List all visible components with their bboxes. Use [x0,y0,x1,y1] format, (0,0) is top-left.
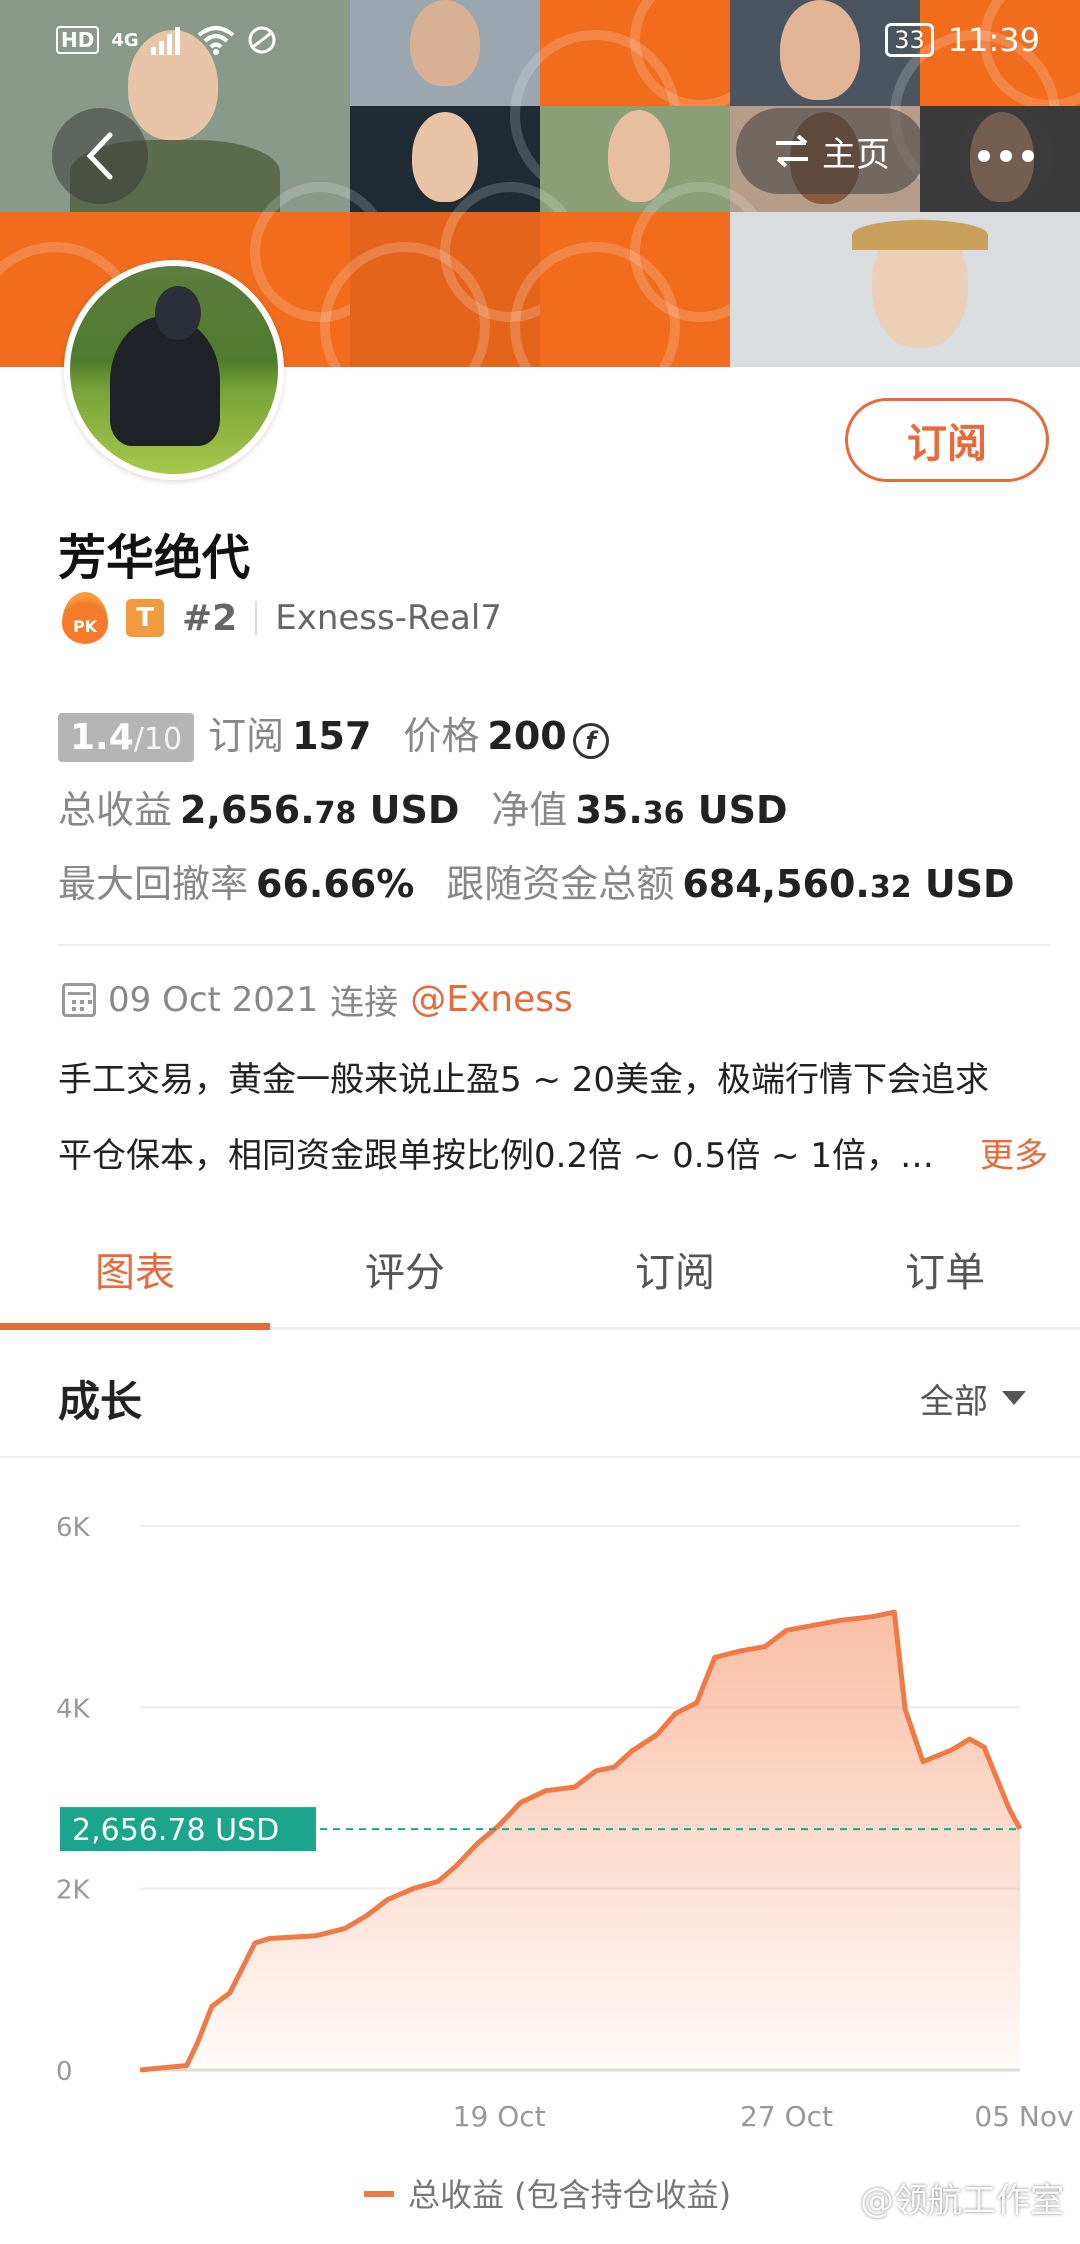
more-button[interactable] [958,108,1054,204]
wifi-icon [197,26,234,55]
connection-info: 09 Oct 2021 连接 @Exness [62,975,573,1024]
range-filter[interactable]: 全部 [920,1374,1026,1423]
banner-photo [730,212,1080,367]
tab-bar: 图表 评分 订阅 订单 [0,1230,1080,1330]
tab-rating[interactable]: 评分 [270,1230,540,1327]
description-line: 平仓保本，相同资金跟单按比例0.2倍 ~ 0.5倍 ~ 1倍，… [58,1136,934,1176]
switch-icon [776,134,808,168]
growth-section-header: 成长 全部 [58,1362,1026,1434]
max-drawdown-value: 66.66% [256,862,415,906]
profile-tags: PK T #2 Exness-Real7 [62,590,502,646]
price-label: 价格 [403,714,480,758]
home-button[interactable]: 主页 [736,108,926,194]
y-tick-label: 0 [56,2057,73,2087]
broker-link[interactable]: @Exness [410,979,573,1020]
tab-chart[interactable]: 图表 [0,1230,270,1330]
more-dots-icon [978,150,1034,162]
x-tick-label: 05 Nov [974,2100,1073,2133]
current-value-tag: 2,656.78 USD [60,1807,316,1852]
more-link[interactable]: 更多 [966,1118,1048,1194]
range-filter-label: 全部 [920,1381,988,1422]
clock: 11:39 [947,21,1040,59]
trader-name: 芳华绝代 [58,530,251,586]
calendar-icon [62,982,96,1017]
subscribe-count-label: 订阅 [208,714,285,758]
caret-down-icon [1002,1391,1026,1405]
avatar[interactable] [64,260,284,480]
legend-label: 总收益 (包含持仓收益) [408,2176,731,2214]
signal-icon [150,27,180,55]
stats-panel: 1.4/10 订阅 157 价格 200 f 总收益 2,656.78 USD … [58,705,1048,927]
hd-indicator: HD [56,26,100,54]
subscribe-button[interactable]: 订阅 [845,398,1049,482]
subscribe-count: 157 [292,714,372,758]
account-name: Exness-Real7 [275,598,502,638]
growth-chart: 6K 4K 2K 0 19 Oct 27 Oct 05 Nov 2,656.78 USD … [0,1490,1080,2240]
watermark: @领航工作室 [860,2181,1064,2221]
x-tick-label: 19 Oct [453,2100,546,2133]
tab-subscriptions[interactable]: 订阅 [540,1230,810,1327]
signal-label: 4G [111,29,139,51]
status-bar: HD 4G 33 11:39 [56,18,1040,62]
vpn-icon [248,26,276,54]
description: 手工交易，黄金一般来说止盈5 ~ 20美金，极端行情下会追求 平仓保本，相同资金… [58,1042,1048,1194]
y-tick-label: 2K [56,1876,91,1906]
tab-orders[interactable]: 订单 [810,1230,1080,1327]
current-value-label: 2,656.78 USD [72,1813,279,1848]
price-value: 200 [487,714,567,758]
t-badge: T [126,599,164,637]
divider [58,944,1050,946]
legend: 总收益 (包含持仓收益) [364,2176,731,2214]
home-label: 主页 [822,134,890,175]
rank: #2 [182,597,238,639]
back-button[interactable] [52,108,148,204]
y-tick-label: 4K [56,1694,91,1724]
divider [255,601,258,635]
growth-chart-svg: 6K4K2K0 19 Oct 27 Oct 05 Nov 2,656.78 USD … [56,1513,1074,2214]
description-line: 手工交易，黄金一般来说止盈5 ~ 20美金，极端行情下会追求 [58,1060,989,1100]
connect-label: 连接 [330,983,399,1023]
x-tick-label: 27 Oct [740,2100,833,2133]
section-title: 成长 [58,1376,143,1426]
follow-funds-label: 跟随资金总额 [446,862,675,906]
y-tick-label: 6K [56,1513,91,1543]
net-value-label: 净值 [491,788,568,832]
total-profit-value: 2,656.78 USD [180,788,460,832]
score-badge: 1.4/10 [58,713,195,762]
max-drawdown-label: 最大回撤率 [58,862,249,906]
divider [0,1456,1080,1458]
chevron-left-icon [86,132,113,180]
net-value: 35.36 USD [575,788,788,832]
battery-indicator: 33 [885,23,934,57]
coin-icon: f [572,723,609,759]
follow-funds-value: 684,560.32 USD [682,862,1015,906]
pk-flame-icon: PK [62,592,108,644]
banner-pattern [510,182,770,367]
total-profit-label: 总收益 [58,788,173,832]
connect-date: 09 Oct 2021 [108,979,319,1020]
